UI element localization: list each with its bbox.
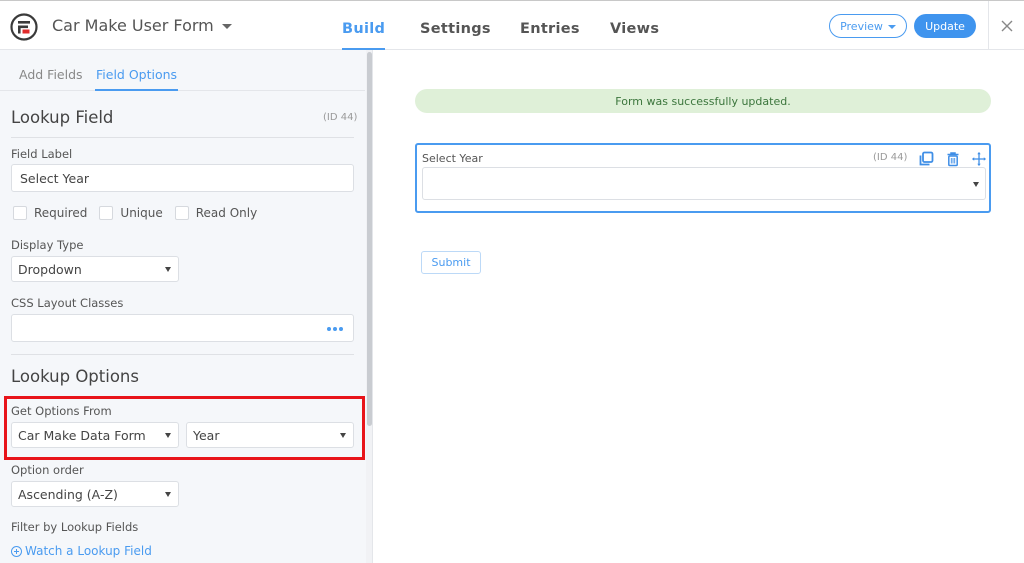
display-type-select[interactable]: Dropdown: [11, 256, 179, 282]
watch-link-label: Watch a Lookup Field: [25, 544, 152, 558]
trash-icon[interactable]: [945, 151, 961, 167]
filter-lookup-label: Filter by Lookup Fields: [11, 520, 139, 534]
scrollbar-thumb[interactable]: [367, 52, 372, 426]
caret-down-icon: [221, 24, 232, 29]
tab-views[interactable]: Views: [610, 1, 659, 51]
lookup-options-title: Lookup Options: [11, 367, 139, 386]
css-classes-label: CSS Layout Classes: [11, 296, 124, 310]
divider: [11, 354, 354, 355]
duplicate-icon[interactable]: [918, 151, 934, 167]
dropdown-arrow-icon: [340, 433, 346, 438]
sidebar-scrollbar[interactable]: [366, 50, 372, 563]
close-icon: [1001, 20, 1012, 32]
plus-circle-icon: [11, 545, 22, 557]
get-options-label: Get Options From: [11, 404, 112, 418]
tab-entries[interactable]: Entries: [520, 1, 580, 51]
read-only-label: Read Only: [195, 206, 258, 220]
form-title: Car Make User Form: [52, 16, 214, 35]
form-field-card[interactable]: Select Year (ID 44): [415, 143, 991, 213]
checkbox-box: [174, 206, 189, 220]
display-type-label: Display Type: [11, 238, 84, 252]
checkbox-box: [13, 206, 27, 220]
get-options-form-value: Car Make Data Form: [18, 427, 146, 443]
formidable-logo-icon[interactable]: [10, 13, 38, 41]
tab-build[interactable]: Build: [342, 1, 386, 51]
move-icon[interactable]: [971, 151, 987, 167]
sidebar: Add Fields Field Options Lookup Field (I…: [0, 50, 373, 563]
dropdown-arrow-icon: [165, 492, 171, 497]
unique-label: Unique: [120, 206, 163, 220]
required-checkbox[interactable]: Required: [13, 206, 87, 220]
required-label: Required: [34, 206, 88, 220]
field-id: (ID 44): [873, 152, 908, 163]
css-classes-input[interactable]: [11, 314, 354, 342]
submit-button[interactable]: Submit: [421, 251, 481, 274]
preview-button[interactable]: Preview: [829, 14, 907, 38]
field-label-input[interactable]: Select Year: [11, 164, 354, 192]
select-year-dropdown[interactable]: [422, 167, 986, 200]
checkbox-box: [99, 206, 114, 220]
caret-down-icon: [887, 25, 896, 29]
sidebar-tabs: Add Fields Field Options: [0, 50, 365, 91]
field-label: Select Year: [422, 152, 483, 165]
preview-label: Preview: [840, 19, 883, 33]
divider: [11, 137, 354, 138]
form-canvas: Form was successfully updated. Select Ye…: [373, 50, 1024, 563]
close-button[interactable]: [988, 1, 1024, 51]
display-type-value: Dropdown: [18, 261, 82, 277]
field-id-label: (ID 44): [323, 112, 358, 123]
dropdown-arrow-icon: [165, 433, 171, 438]
dropdown-arrow-icon: [165, 267, 171, 272]
unique-checkbox[interactable]: Unique: [99, 206, 163, 220]
sidebar-tab-add-fields[interactable]: Add Fields: [19, 50, 83, 91]
watch-lookup-field-link[interactable]: Watch a Lookup Field: [11, 544, 152, 558]
option-order-label: Option order: [11, 463, 84, 477]
success-message: Form was successfully updated.: [415, 89, 991, 113]
get-options-field-select[interactable]: Year: [186, 422, 354, 448]
field-label-label: Field Label: [11, 147, 73, 161]
option-order-value: Ascending (A-Z): [18, 486, 118, 502]
get-options-form-select[interactable]: Car Make Data Form: [11, 422, 179, 448]
form-title-dropdown[interactable]: Car Make User Form: [52, 16, 232, 35]
update-button[interactable]: Update: [914, 14, 976, 38]
more-options-icon[interactable]: [327, 327, 343, 331]
field-type-title: Lookup Field: [11, 108, 114, 127]
field-checkboxes: Required Unique Read Only: [13, 206, 269, 220]
top-bar: Car Make User Form Build Settings Entrie…: [0, 0, 1024, 51]
dropdown-arrow-icon: [973, 182, 979, 187]
option-order-select[interactable]: Ascending (A-Z): [11, 481, 179, 507]
sidebar-tab-field-options[interactable]: Field Options: [94, 50, 179, 91]
read-only-checkbox[interactable]: Read Only: [174, 206, 258, 220]
tab-settings[interactable]: Settings: [420, 1, 491, 51]
get-options-field-value: Year: [193, 427, 220, 443]
